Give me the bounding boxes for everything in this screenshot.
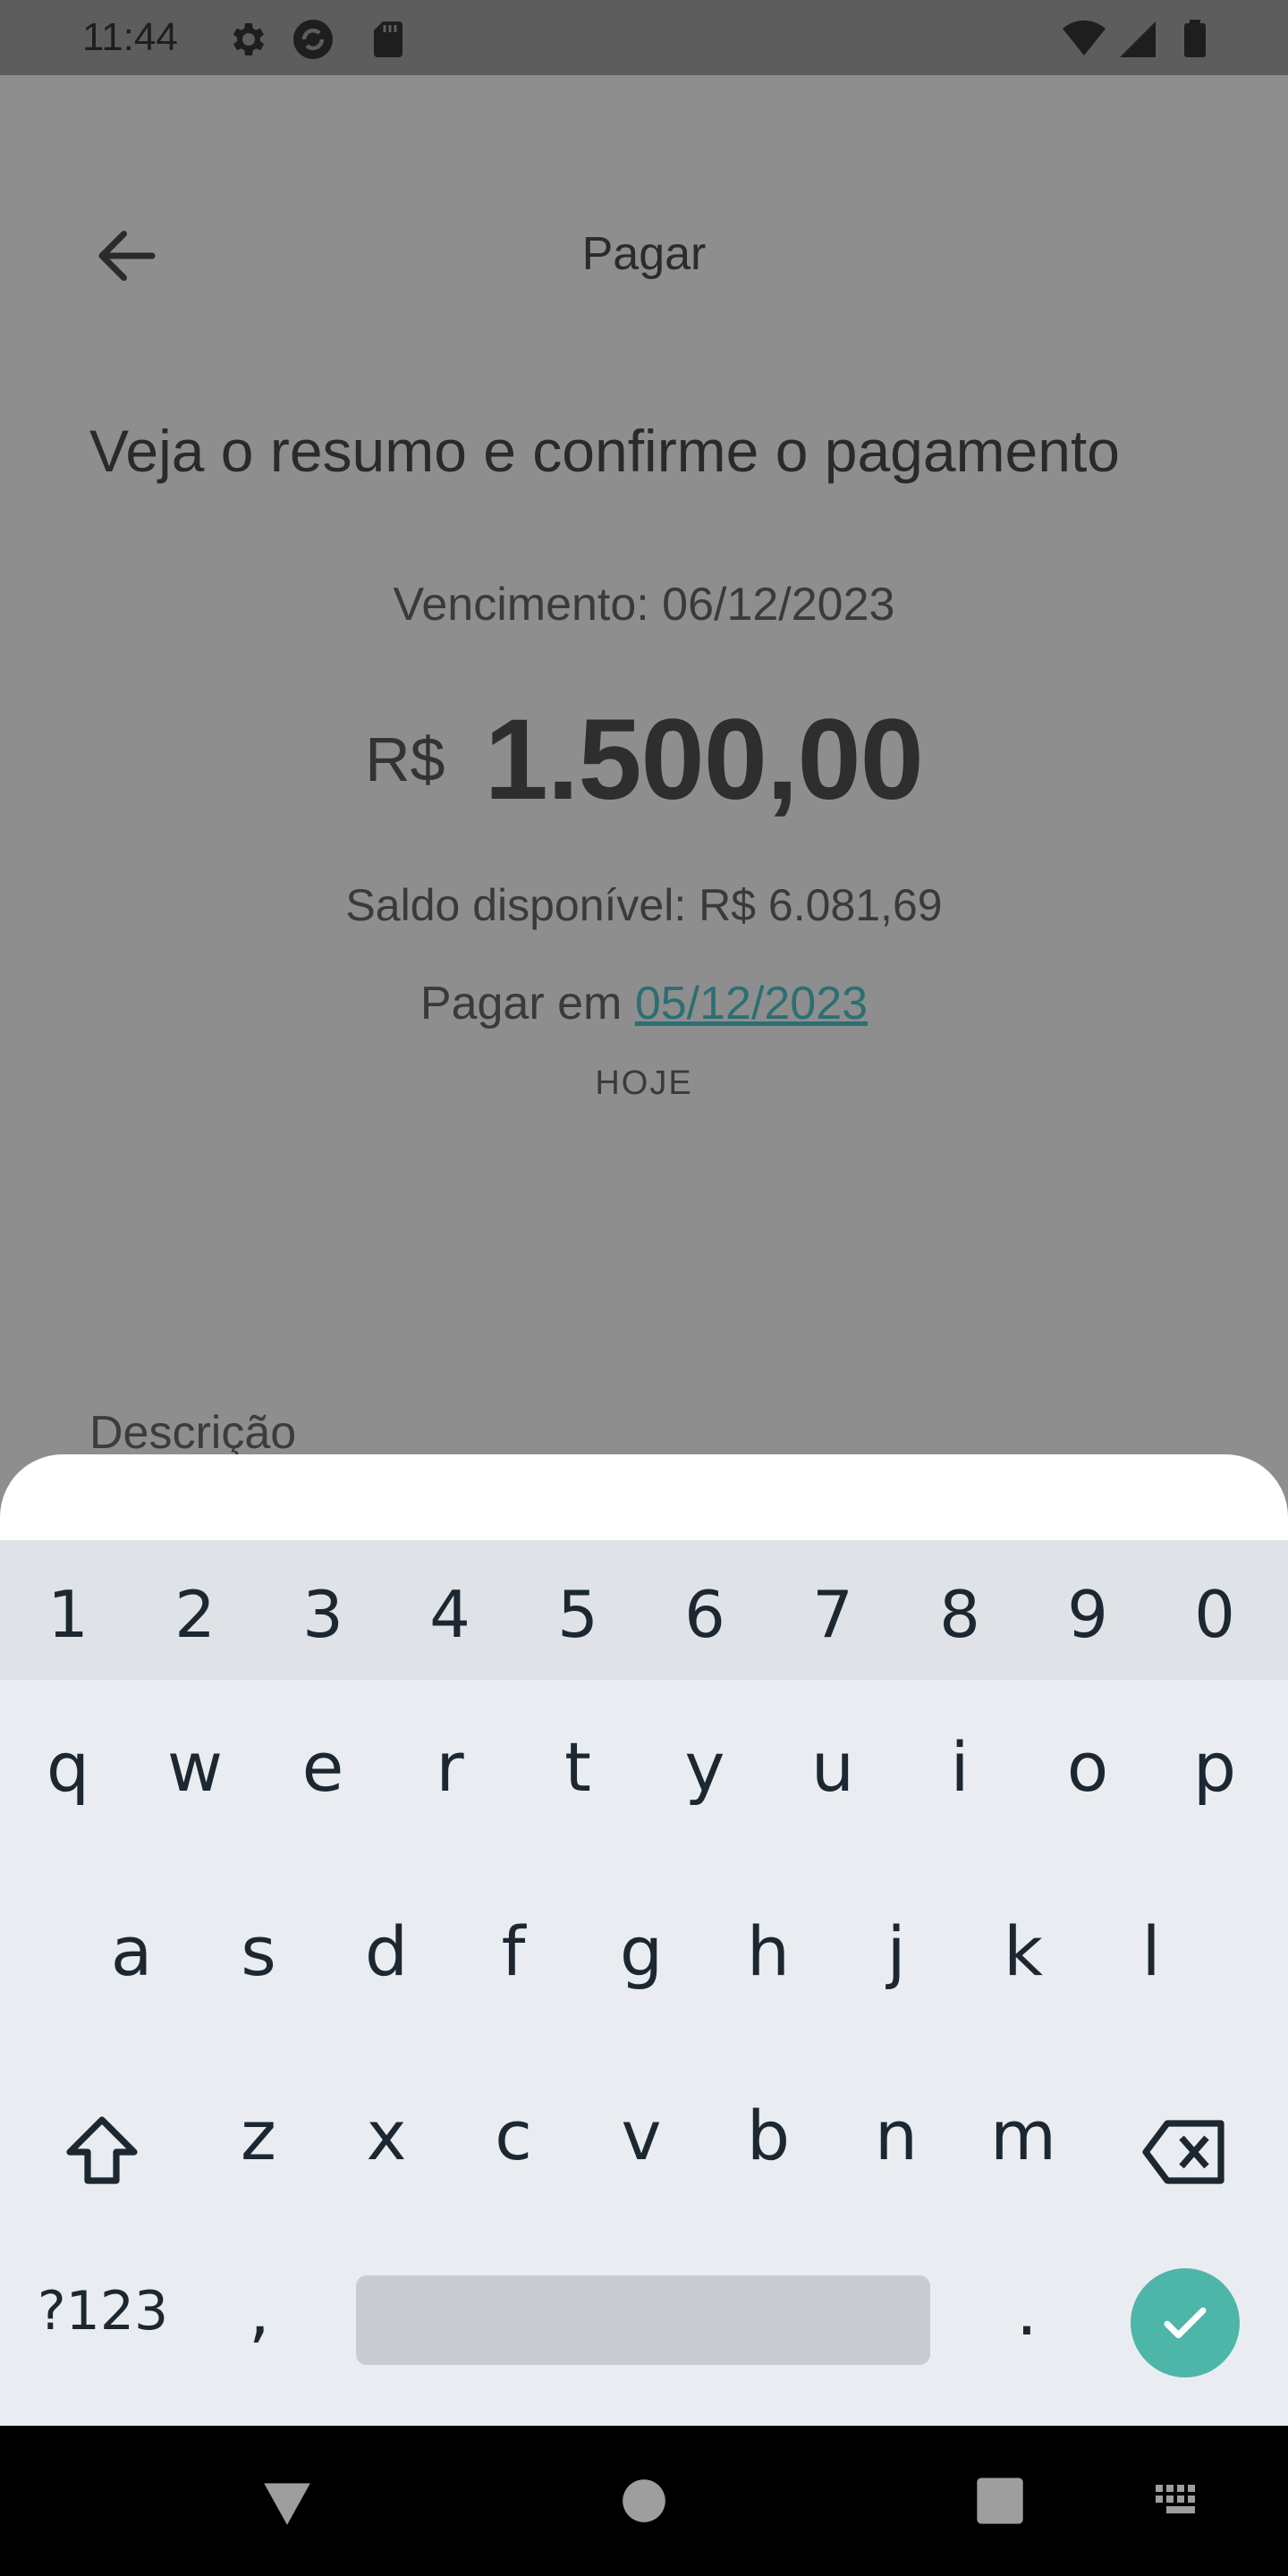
payment-amount: 1.500,00 (484, 695, 924, 824)
description-label: Descrição (89, 1407, 297, 1459)
recents-square-icon[interactable] (975, 2476, 1025, 2526)
key-4[interactable]: 4 (387, 1574, 513, 1655)
key-n[interactable]: n (834, 2091, 959, 2181)
key-v[interactable]: v (579, 2091, 704, 2181)
key-h[interactable]: h (706, 1907, 831, 1996)
today-label: HOJE (595, 1064, 693, 1102)
key-m[interactable]: m (961, 2091, 1086, 2181)
shift-key-icon[interactable] (59, 2109, 145, 2195)
back-triangle-icon[interactable] (259, 2474, 315, 2529)
key-y[interactable]: y (642, 1723, 767, 1812)
check-icon (1164, 2307, 1207, 2339)
key-p[interactable]: p (1152, 1723, 1277, 1812)
key-2[interactable]: 2 (132, 1574, 258, 1655)
symbols-key[interactable]: ?123 (27, 2267, 179, 2356)
key-7[interactable]: 7 (770, 1574, 895, 1655)
key-e[interactable]: e (260, 1723, 386, 1812)
key-u[interactable]: u (770, 1723, 895, 1812)
backspace-icon[interactable] (1138, 2109, 1233, 2195)
signal-icon (1120, 21, 1156, 57)
key-i[interactable]: i (897, 1723, 1022, 1812)
key-1[interactable]: 1 (5, 1574, 131, 1655)
key-6[interactable]: 6 (642, 1574, 767, 1655)
sync-icon (293, 20, 333, 59)
key-g[interactable]: g (579, 1907, 704, 1996)
pay-on-row: Pagar em 05/12/2023 (0, 975, 1288, 1032)
amount-row: R$ 1.500,00 (0, 692, 1288, 826)
key-j[interactable]: j (834, 1907, 959, 1996)
comma-key[interactable]: , (197, 2267, 322, 2356)
key-0[interactable]: 0 (1152, 1574, 1277, 1655)
key-l[interactable]: l (1089, 1907, 1214, 1996)
key-r[interactable]: r (387, 1723, 513, 1812)
key-5[interactable]: 5 (515, 1574, 640, 1655)
pay-date-link[interactable]: 05/12/2023 (635, 978, 868, 1030)
key-8[interactable]: 8 (897, 1574, 1022, 1655)
key-9[interactable]: 9 (1025, 1574, 1150, 1655)
battery-icon (1184, 20, 1206, 57)
page-title: Pagar (581, 228, 707, 280)
system-nav-bar (0, 2426, 1288, 2576)
key-k[interactable]: k (961, 1907, 1086, 1996)
due-date: Vencimento: 06/12/2023 (393, 579, 895, 631)
key-t[interactable]: t (515, 1723, 640, 1812)
status-time: 11:44 (82, 15, 178, 59)
key-w[interactable]: w (132, 1723, 258, 1812)
key-b[interactable]: b (706, 2091, 831, 2181)
key-c[interactable]: c (451, 2091, 576, 2181)
space-bar[interactable] (356, 2275, 930, 2365)
key-o[interactable]: o (1025, 1723, 1150, 1812)
enter-key[interactable] (1131, 2268, 1240, 2377)
settings-icon (233, 23, 265, 55)
period-key[interactable]: . (964, 2267, 1089, 2356)
key-a[interactable]: a (69, 1907, 194, 1996)
summary-headline: Veja o resumo e confirme o pagamento (89, 418, 1121, 484)
sd-card-icon (374, 21, 402, 57)
keyboard-icon[interactable] (1154, 2483, 1204, 2519)
available-balance: Saldo disponível: R$ 6.081,69 (345, 880, 943, 930)
key-3[interactable]: 3 (260, 1574, 386, 1655)
key-s[interactable]: s (196, 1907, 321, 1996)
key-d[interactable]: d (324, 1907, 449, 1996)
key-x[interactable]: x (324, 2091, 449, 2181)
pay-on-label: Pagar em (419, 978, 623, 1030)
key-z[interactable]: z (196, 2091, 321, 2181)
key-f[interactable]: f (451, 1907, 576, 1996)
home-circle-icon[interactable] (621, 2478, 667, 2524)
key-q[interactable]: q (5, 1723, 131, 1812)
currency-symbol: R$ (365, 724, 445, 794)
soft-keyboard: 1 2 3 4 5 6 7 8 9 0 q w e r t y u i o p … (0, 1540, 1288, 2426)
wifi-icon (1063, 20, 1106, 55)
status-bar: 11:44 (0, 0, 1288, 75)
